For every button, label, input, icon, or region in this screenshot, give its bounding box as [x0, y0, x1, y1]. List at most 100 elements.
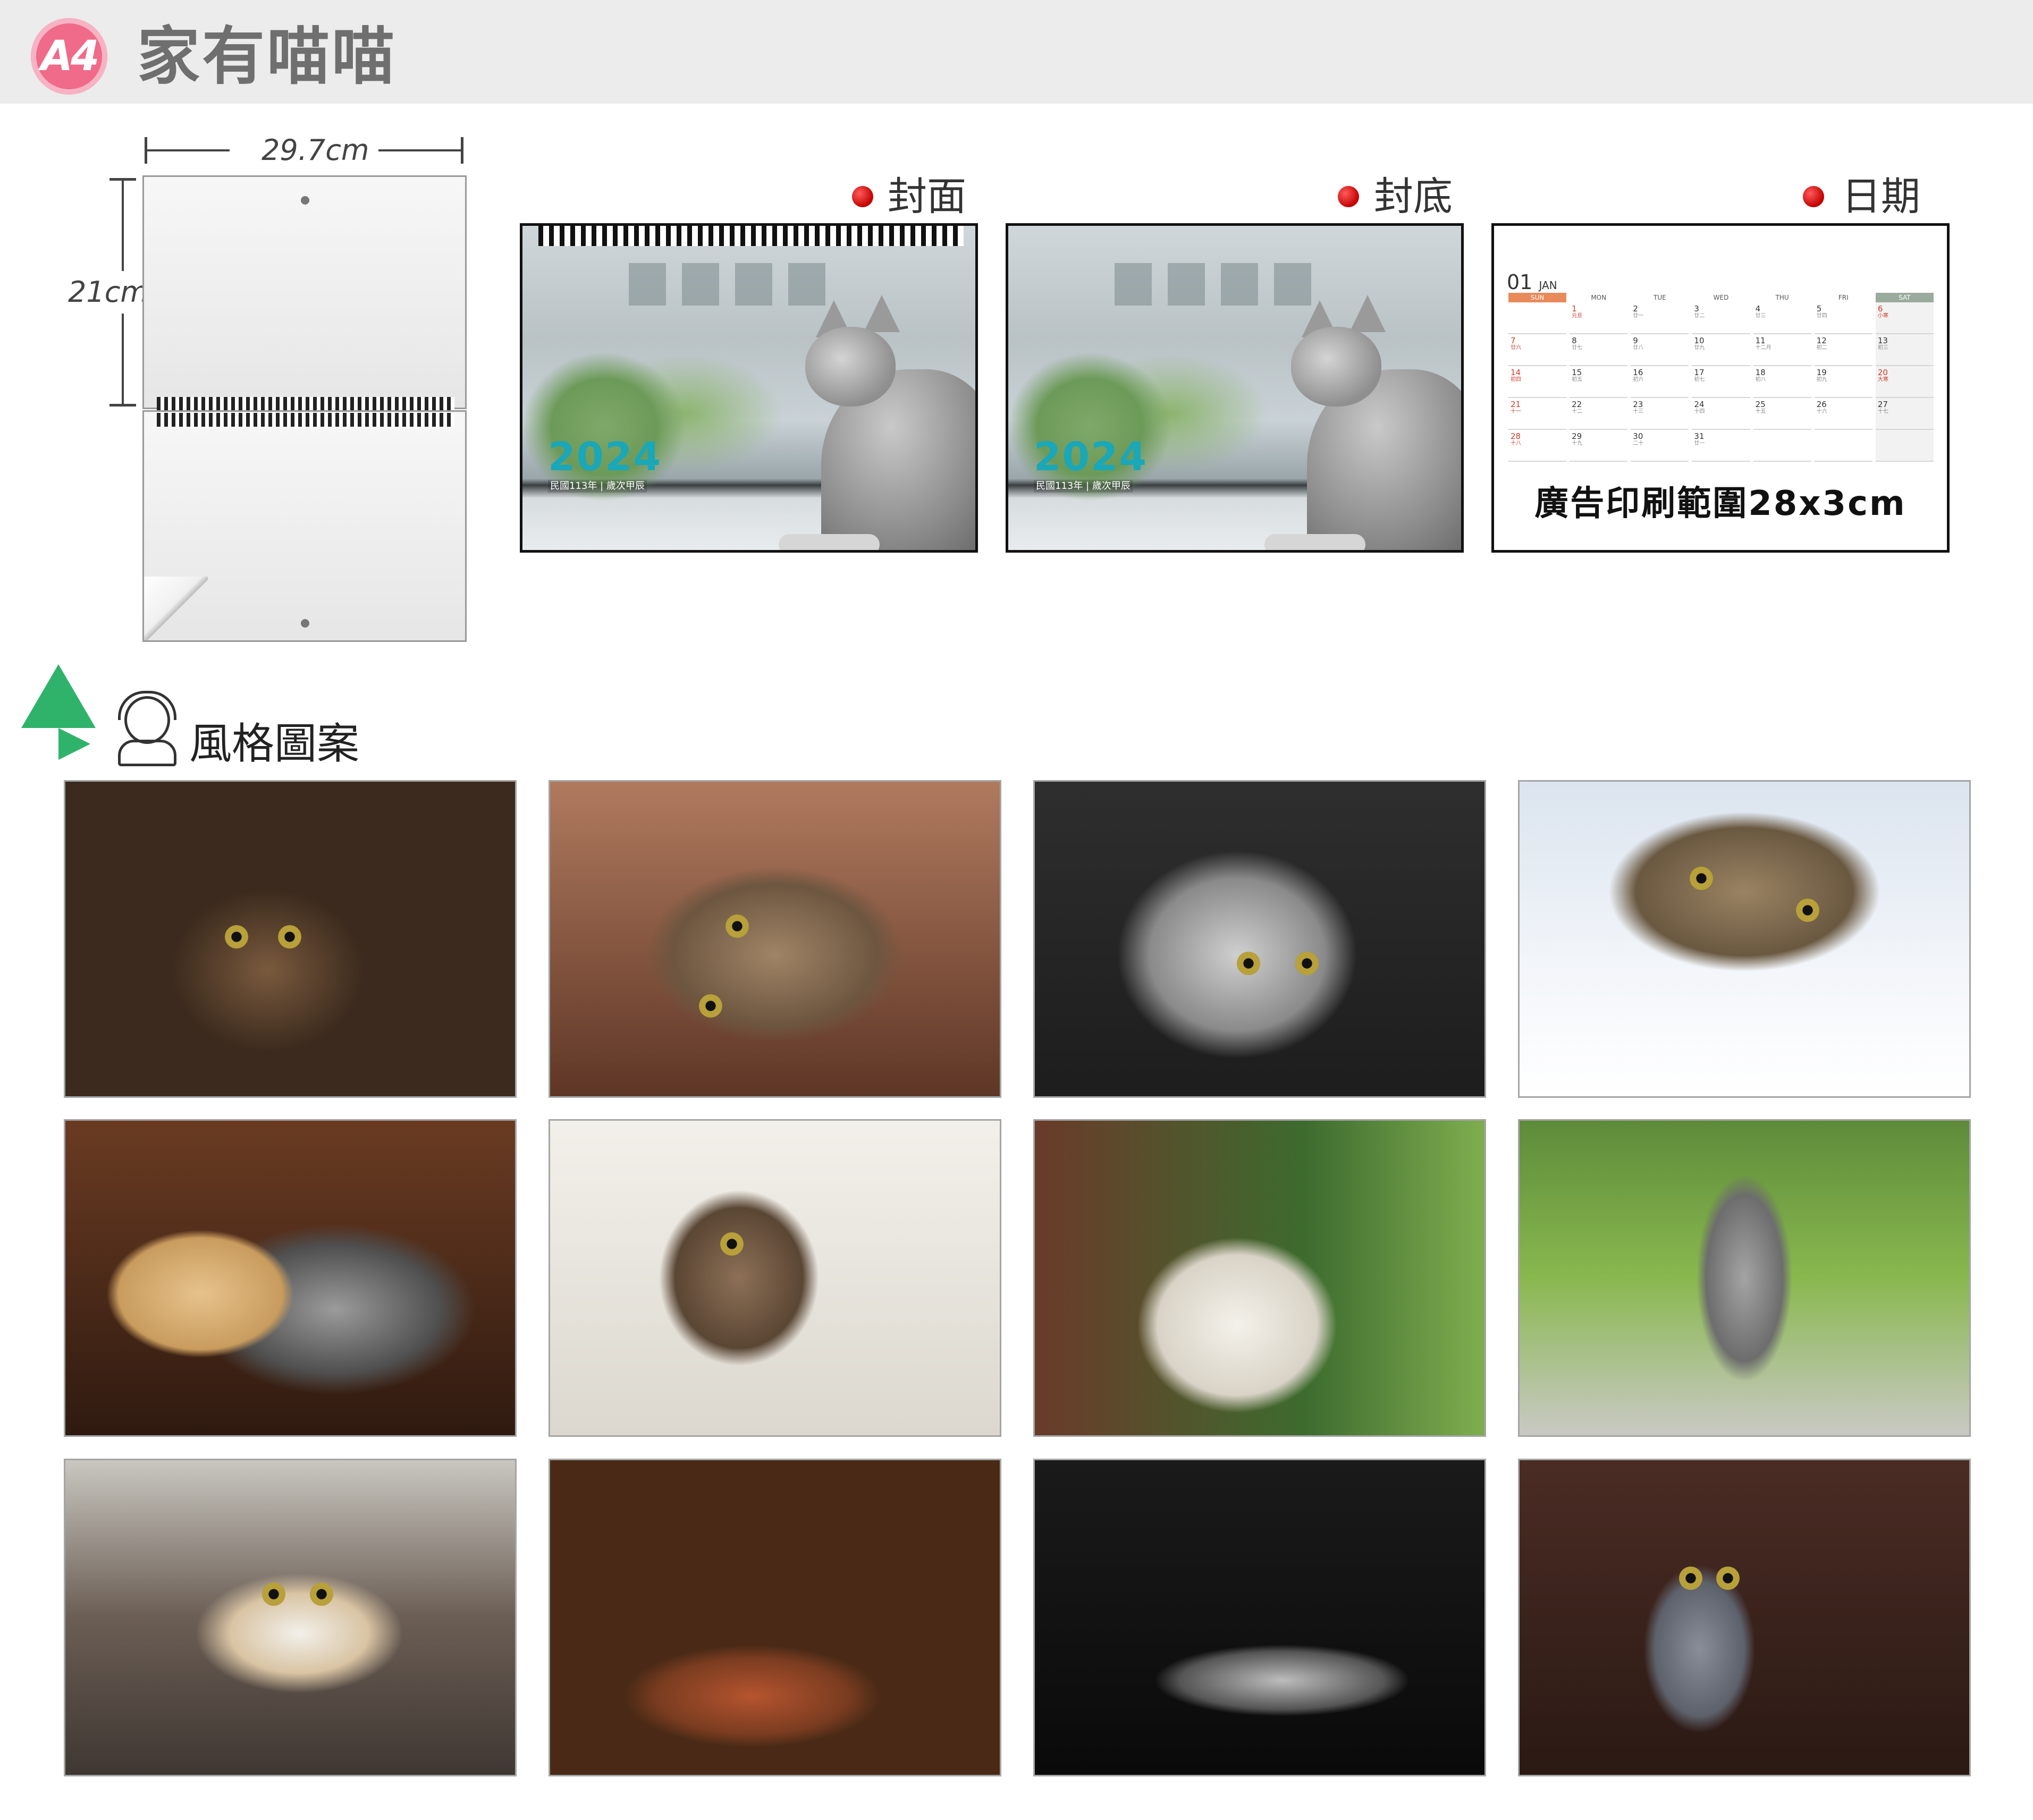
bullet-dot	[852, 186, 873, 207]
day-number: 17	[1694, 368, 1705, 377]
calendar-day: 17 初七	[1692, 366, 1750, 398]
lunar-date: 廿四	[1816, 313, 1827, 319]
weekday-thu: THU	[1775, 294, 1789, 301]
cat-photo-two-kittens	[64, 1119, 517, 1437]
month-name: JAN	[1539, 279, 1557, 292]
lunar-date: 十五	[1755, 409, 1766, 414]
cat-photo-standing-garden	[1518, 1119, 1971, 1437]
dimension-line	[378, 149, 463, 151]
bullet-dot	[1803, 186, 1824, 207]
calendar-week: 7 廿六 8 廿七 9 廿八 10 廿九 11 十二月 12 初二 13 初三	[1507, 334, 1935, 366]
day-number: 12	[1816, 336, 1827, 345]
lunar-date: 十二	[1572, 409, 1583, 414]
cover-panel: 2024 民國113年 | 歲次甲辰	[520, 223, 978, 553]
dimension-tick	[461, 137, 463, 164]
calendar-day: 27 十七	[1875, 398, 1934, 430]
day-number: 14	[1511, 368, 1521, 377]
dimension-line	[145, 149, 230, 151]
lunar-date: 初三	[1877, 345, 1888, 351]
cat-illustration	[1264, 295, 1461, 550]
lunar-date: 初五	[1572, 377, 1583, 383]
day-number: 4	[1755, 304, 1761, 314]
lunar-date: 十三	[1633, 409, 1644, 414]
height-dimension: 21cm	[68, 178, 148, 407]
weekday-wed: WED	[1713, 294, 1729, 301]
bullet-dot	[1338, 186, 1359, 207]
calendar-day: 21 十一	[1508, 398, 1567, 430]
lunar-date: 廿六	[1511, 345, 1521, 351]
calendar-day	[1508, 302, 1567, 334]
day-number: 18	[1755, 368, 1766, 377]
calendar-week: 1 元旦 2 廿一 3 廿二 4 廿三 5 廿四 6 小寒	[1507, 302, 1935, 334]
height-label: 21cm	[68, 271, 148, 314]
lunar-date: 十九	[1572, 441, 1583, 446]
calendar-day: 22 十二	[1570, 398, 1628, 430]
calendar-day: 10 廿九	[1692, 334, 1750, 366]
lunar-date: 初六	[1633, 377, 1644, 383]
cover-subtitle: 民國113年 | 歲次甲辰	[548, 480, 647, 493]
cat-photo-grey-kitten	[1518, 1459, 1971, 1776]
lunar-date: 初九	[1816, 377, 1827, 383]
day-number: 21	[1511, 400, 1521, 409]
calendar-day: 14 初四	[1508, 366, 1567, 398]
header-bar: A4 家有喵喵	[0, 0, 2033, 104]
size-badge-label: A4	[40, 32, 100, 80]
calendar-body: 1 元旦 2 廿一 3 廿二 4 廿三 5 廿四 6 小寒 7 廿六 8 廿七 9 廿八 10 廿九 11 十二月 12 初二…	[1507, 302, 1935, 462]
lunar-date: 小寒	[1877, 313, 1888, 319]
lunar-date: 廿二	[1694, 313, 1705, 319]
day-number: 11	[1755, 336, 1766, 345]
cover-label: 封面	[888, 174, 966, 219]
dimension-tick	[109, 404, 136, 407]
calendar-day: 7 廿六	[1508, 334, 1567, 366]
day-number: 9	[1633, 336, 1638, 345]
calendar-day: 24 十四	[1692, 398, 1750, 430]
hanging-hole	[301, 619, 309, 628]
calendar-day: 20 大寒	[1875, 366, 1934, 398]
calendar-day	[1753, 430, 1811, 462]
calendar-day	[1875, 430, 1934, 462]
day-number: 16	[1633, 368, 1643, 377]
day-number: 20	[1877, 368, 1888, 377]
calendar-day: 30 二十	[1631, 430, 1689, 462]
calendar-day: 15 初五	[1570, 366, 1628, 398]
calendar-sheet-top	[142, 175, 467, 411]
lunar-date: 元旦	[1572, 313, 1583, 319]
cat-photo-peeking-through-wall	[549, 1119, 1001, 1437]
leaf-triangle-icon	[21, 664, 96, 728]
girl-doodle-icon	[113, 689, 176, 766]
day-number: 24	[1694, 400, 1705, 409]
calendar-day: 31 廿一	[1692, 430, 1750, 462]
date-panel: 01 JAN SUN MON TUE WED THU FRI SAT 1 元旦 2 廿一 3 廿二 4 廿…	[1491, 223, 1950, 553]
lunar-date: 廿一	[1694, 441, 1705, 446]
day-number: 22	[1572, 400, 1582, 409]
calendar-week: 14 初四 15 初五 16 初六 17 初七 18 初八 19 初九 20 大寒	[1507, 366, 1935, 398]
day-number: 23	[1633, 400, 1643, 409]
size-badge: A4	[31, 18, 107, 95]
lunar-date: 初七	[1694, 377, 1705, 383]
day-number: 8	[1572, 336, 1577, 345]
lunar-date: 廿九	[1694, 345, 1705, 351]
back-subtitle: 民國113年 | 歲次甲辰	[1034, 480, 1133, 493]
lunar-date: 十一	[1511, 409, 1521, 414]
day-number: 30	[1633, 431, 1643, 441]
lunar-date: 廿三	[1755, 313, 1766, 319]
cat-photo-scottish-fold	[1518, 780, 1971, 1098]
lunar-date: 十八	[1511, 441, 1521, 446]
weekday-fri: FRI	[1838, 294, 1849, 301]
spiral-binding	[157, 413, 454, 427]
lunar-date: 廿八	[1633, 345, 1644, 351]
cat-photo-black-white-lying	[1033, 1459, 1486, 1776]
day-number: 31	[1694, 431, 1705, 441]
calendar-week: 28 十八 29 十九 30 二十 31 廿一	[1507, 430, 1935, 462]
calendar-day: 26 十六	[1814, 398, 1872, 430]
style-gallery	[64, 780, 1972, 1777]
calendar-day: 19 初九	[1814, 366, 1872, 398]
day-number: 2	[1633, 304, 1638, 314]
day-number: 6	[1877, 304, 1883, 314]
calendar-day: 6 小寒	[1875, 302, 1934, 334]
hanging-hole	[301, 196, 309, 205]
lunar-date: 十六	[1816, 409, 1827, 414]
lunar-date: 初八	[1755, 377, 1766, 383]
lunar-date: 十七	[1877, 409, 1888, 414]
spiral-binding	[157, 397, 454, 411]
